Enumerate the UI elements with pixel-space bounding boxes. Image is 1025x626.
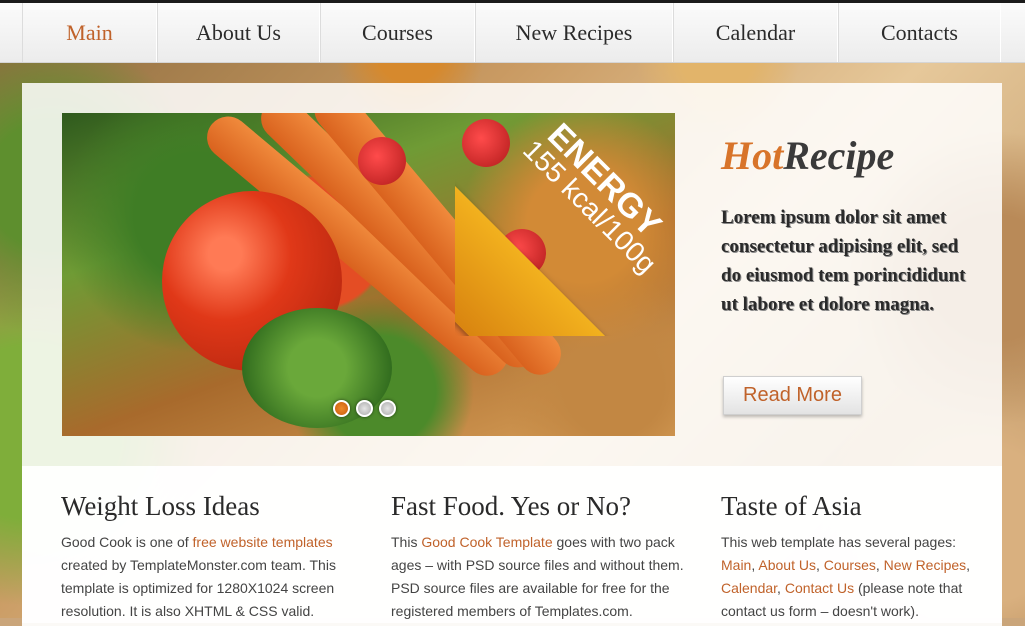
- nav-item-main[interactable]: Main: [22, 3, 157, 62]
- column-taste-of-asia: Taste of Asia This web template has seve…: [721, 489, 981, 623]
- nav-item-about-us[interactable]: About Us: [157, 3, 320, 62]
- separator: ,: [875, 557, 884, 573]
- nav-item-new-recipes[interactable]: New Recipes: [475, 3, 673, 62]
- hot-title-part: Hot: [721, 133, 784, 178]
- link-new-recipes[interactable]: New Recipes: [884, 557, 966, 573]
- free-templates-link[interactable]: free website templates: [193, 534, 333, 550]
- column-fast-food: Fast Food. Yes or No? This Good Cook Tem…: [391, 489, 691, 623]
- slider-dot-3[interactable]: [379, 400, 396, 417]
- column-title: Taste of Asia: [721, 491, 862, 521]
- hot-recipe-title: HotRecipe: [721, 132, 894, 179]
- slider-dot-2[interactable]: [356, 400, 373, 417]
- nav-item-contacts[interactable]: Contacts: [838, 3, 1001, 62]
- column-text: Good Cook is one of free website templat…: [61, 531, 361, 623]
- link-calendar[interactable]: Calendar: [721, 580, 777, 596]
- text-fragment: This web template has several pages:: [721, 534, 957, 550]
- main-nav: Main About Us Courses New Recipes Calend…: [0, 3, 1025, 63]
- column-title: Fast Food. Yes or No?: [391, 491, 632, 521]
- slider-pagination: [333, 400, 396, 417]
- text-fragment: This: [391, 534, 422, 550]
- link-contact-us[interactable]: Contact Us: [785, 580, 854, 596]
- separator: ,: [966, 557, 971, 573]
- column-weight-loss: Weight Loss Ideas Good Cook is one of fr…: [61, 489, 361, 623]
- column-title: Weight Loss Ideas: [61, 491, 260, 521]
- column-text: This web template has several pages: Mai…: [721, 531, 981, 623]
- slider-dot-1[interactable]: [333, 400, 350, 417]
- link-courses[interactable]: Courses: [824, 557, 876, 573]
- separator: ,: [777, 580, 785, 596]
- nav-item-calendar[interactable]: Calendar: [673, 3, 838, 62]
- strawberry-shape: [358, 137, 406, 185]
- energy-ribbon: ENERGY 155 kcal/100g: [455, 106, 685, 336]
- link-main[interactable]: Main: [721, 557, 751, 573]
- separator: ,: [815, 557, 824, 573]
- recipe-title-part: Recipe: [783, 133, 895, 178]
- nav-item-courses[interactable]: Courses: [320, 3, 475, 62]
- text-fragment: Good Cook is one of: [61, 534, 193, 550]
- good-cook-template-link[interactable]: Good Cook Template: [421, 534, 552, 550]
- text-fragment: created by TemplateMonster.com team. Thi…: [61, 557, 336, 619]
- read-more-button[interactable]: Read More: [723, 376, 862, 415]
- column-text: This Good Cook Template goes with two pa…: [391, 531, 691, 623]
- link-about-us[interactable]: About Us: [758, 557, 816, 573]
- hot-recipe-text: Lorem ipsum dolor sit amet consectetur a…: [721, 207, 966, 315]
